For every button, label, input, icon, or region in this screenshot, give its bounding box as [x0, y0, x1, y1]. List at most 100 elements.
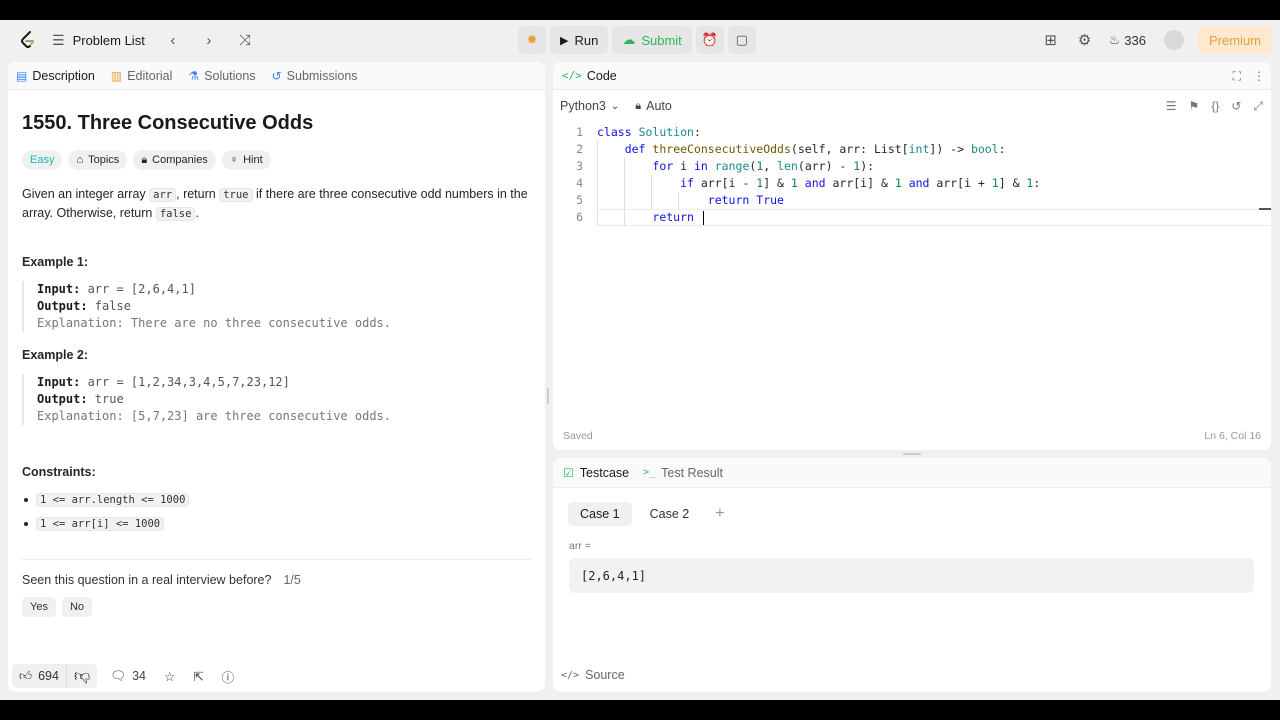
like-button[interactable]: 👍︎ 694: [12, 664, 67, 688]
output-label: Output:: [37, 392, 88, 406]
yes-button[interactable]: Yes: [22, 597, 56, 617]
testcase-input[interactable]: [2,6,4,1]: [569, 558, 1254, 593]
survey-question: Seen this question in a real interview b…: [22, 573, 272, 587]
question-circle-icon: ⓘ: [221, 670, 235, 685]
prev-problem-button[interactable]: ‹: [159, 26, 187, 54]
braces-icon[interactable]: {}: [1211, 99, 1219, 113]
topics-tag[interactable]: ⌂ Topics: [68, 150, 128, 170]
random-problem-button[interactable]: ⤨: [231, 26, 259, 54]
desc-text-2: , return: [176, 187, 220, 201]
code-line: return True: [707, 193, 784, 207]
shuffle-icon: ⤨: [238, 31, 251, 49]
no-button[interactable]: No: [61, 597, 93, 617]
reset-icon[interactable]: ↺: [1231, 99, 1241, 113]
comment-count: 34: [132, 669, 146, 683]
note-icon: ▢: [735, 32, 748, 47]
line-number: 3: [576, 159, 583, 173]
divider: [22, 559, 531, 560]
scrollbar-marker[interactable]: [1259, 208, 1271, 210]
example-2-output: Output: true: [37, 391, 531, 408]
hint-tag[interactable]: ♀ Hint: [221, 150, 271, 170]
code-line: class Solution:: [597, 125, 701, 139]
expand-icon[interactable]: ⤢: [1253, 99, 1263, 114]
tab-testcase-label: Testcase: [579, 465, 630, 480]
submit-label: Submit: [641, 32, 682, 48]
case-2-tab[interactable]: Case 2: [638, 502, 702, 526]
streak-counter[interactable]: ♨ 336: [1105, 32, 1150, 48]
run-submit-group: ✹ ▶ Run ☁ Submit ⏰ ▢: [518, 26, 756, 54]
tab-testcase[interactable]: ☑ Testcase: [563, 466, 629, 480]
favorite-button[interactable]: ☆: [159, 669, 180, 684]
code-panel: </> Code ⛶ ⋮ Python3 ⌄ 🔒︎ Auto ☰ ⚑ {} ↺: [553, 62, 1271, 450]
tab-solutions[interactable]: ⚗ Solutions: [188, 69, 255, 83]
description-tabs: ▤ Description ▥ Editorial ⚗ Solutions ↺ …: [8, 62, 545, 90]
input-label: Input:: [37, 375, 81, 389]
example-2-input: Input: arr = [1,2,34,3,4,5,7,23,12]: [37, 374, 531, 391]
comment-icon: 🗨︎: [110, 668, 127, 683]
help-button[interactable]: ⓘ: [217, 667, 240, 686]
problem-title[interactable]: 1550. Three Consecutive Odds: [22, 112, 531, 135]
case-1-tab[interactable]: Case 1: [568, 502, 632, 526]
share-button[interactable]: ⇱: [188, 669, 208, 684]
more-vertical-icon[interactable]: ⋮: [1253, 69, 1265, 83]
tab-test-result[interactable]: >_ Test Result: [643, 466, 723, 480]
run-button[interactable]: ▶ Run: [550, 26, 609, 54]
leetcode-logo-icon[interactable]: [18, 30, 38, 50]
play-icon: ▶: [560, 34, 569, 47]
alarm-clock-icon: ⏰: [701, 32, 718, 47]
bookmark-icon[interactable]: ⚑: [1189, 99, 1200, 113]
code-line: if arr[i - 1] & 1 and arr[i] & 1 and arr…: [680, 176, 1041, 190]
line-number: 4: [576, 176, 583, 190]
notes-button[interactable]: ▢: [727, 26, 756, 54]
line-number: 5: [576, 193, 583, 207]
submit-button[interactable]: ☁ Submit: [612, 26, 692, 54]
problem-description: Given an integer array arr, return true …: [22, 185, 531, 223]
tab-submissions[interactable]: ↺ Submissions: [272, 69, 358, 83]
maximize-icon[interactable]: ⛶: [1233, 69, 1241, 84]
input-value: arr = [2,6,4,1]: [80, 282, 196, 296]
next-problem-button[interactable]: ›: [195, 26, 223, 54]
source-label: Source: [585, 668, 625, 682]
settings-button[interactable]: ⚙: [1071, 26, 1099, 54]
timer-button[interactable]: ⏰: [695, 26, 724, 54]
line-number: 6: [576, 210, 583, 224]
terminal-icon: >_: [643, 467, 656, 478]
case-selector: Case 1 Case 2 +: [568, 502, 1271, 526]
example-2-heading: Example 2:: [22, 348, 89, 362]
companies-tag[interactable]: 🔒︎ Companies: [133, 150, 216, 170]
code-line: def threeConsecutiveOdds(self, arr: List…: [624, 142, 1006, 156]
horizontal-resize-handle[interactable]: [903, 453, 921, 455]
source-button[interactable]: </> Source: [561, 668, 625, 682]
constraint-code: 1 <= arr[i] <= 1000: [36, 517, 165, 531]
thumbs-up-icon: 👍︎: [19, 668, 33, 683]
document-icon: ▤: [16, 68, 28, 83]
desc-code-false: false: [155, 207, 196, 221]
tab-editorial[interactable]: ▥ Editorial: [111, 69, 173, 83]
language-label: Python3: [560, 99, 606, 113]
code-title: </> Code: [562, 69, 617, 83]
top-bar-left: ☰ Problem List ‹ › ⤨: [18, 20, 259, 60]
vertical-resize-handle[interactable]: [547, 388, 549, 404]
editor-toolbar: Python3 ⌄ 🔒︎ Auto ☰ ⚑ {} ↺ ⤢: [553, 90, 1271, 122]
cursor-position: Ln 6, Col 16: [1204, 430, 1261, 442]
list-icon: ☰: [52, 31, 65, 48]
dislike-button[interactable]: 👎︎: [67, 664, 97, 688]
chevron-right-icon: ›: [206, 31, 212, 49]
debug-button[interactable]: ✹: [518, 26, 546, 54]
problem-list-button[interactable]: ☰ Problem List: [46, 26, 151, 54]
format-icon[interactable]: ☰: [1166, 99, 1177, 113]
thumbs-down-icon: 👎︎: [73, 667, 91, 685]
avatar[interactable]: [1163, 30, 1184, 50]
plus-icon[interactable]: +: [715, 505, 724, 523]
tab-description[interactable]: ▤ Description: [16, 69, 95, 83]
auto-mode-toggle[interactable]: 🔒︎ Auto: [635, 99, 672, 113]
tab-editorial-label: Editorial: [127, 68, 173, 83]
comments-button[interactable]: 🗨︎ 34: [105, 669, 151, 684]
layout-button[interactable]: ⊞: [1037, 26, 1065, 54]
language-select[interactable]: Python3 ⌄: [560, 99, 619, 113]
example-1-output: Output: false: [37, 298, 531, 315]
grid-layout-icon: ⊞: [1044, 32, 1057, 49]
problem-tags: Easy ⌂ Topics 🔒︎ Companies ♀ Hint: [22, 150, 531, 170]
premium-button[interactable]: Premium: [1197, 26, 1272, 54]
output-value: false: [87, 299, 131, 313]
